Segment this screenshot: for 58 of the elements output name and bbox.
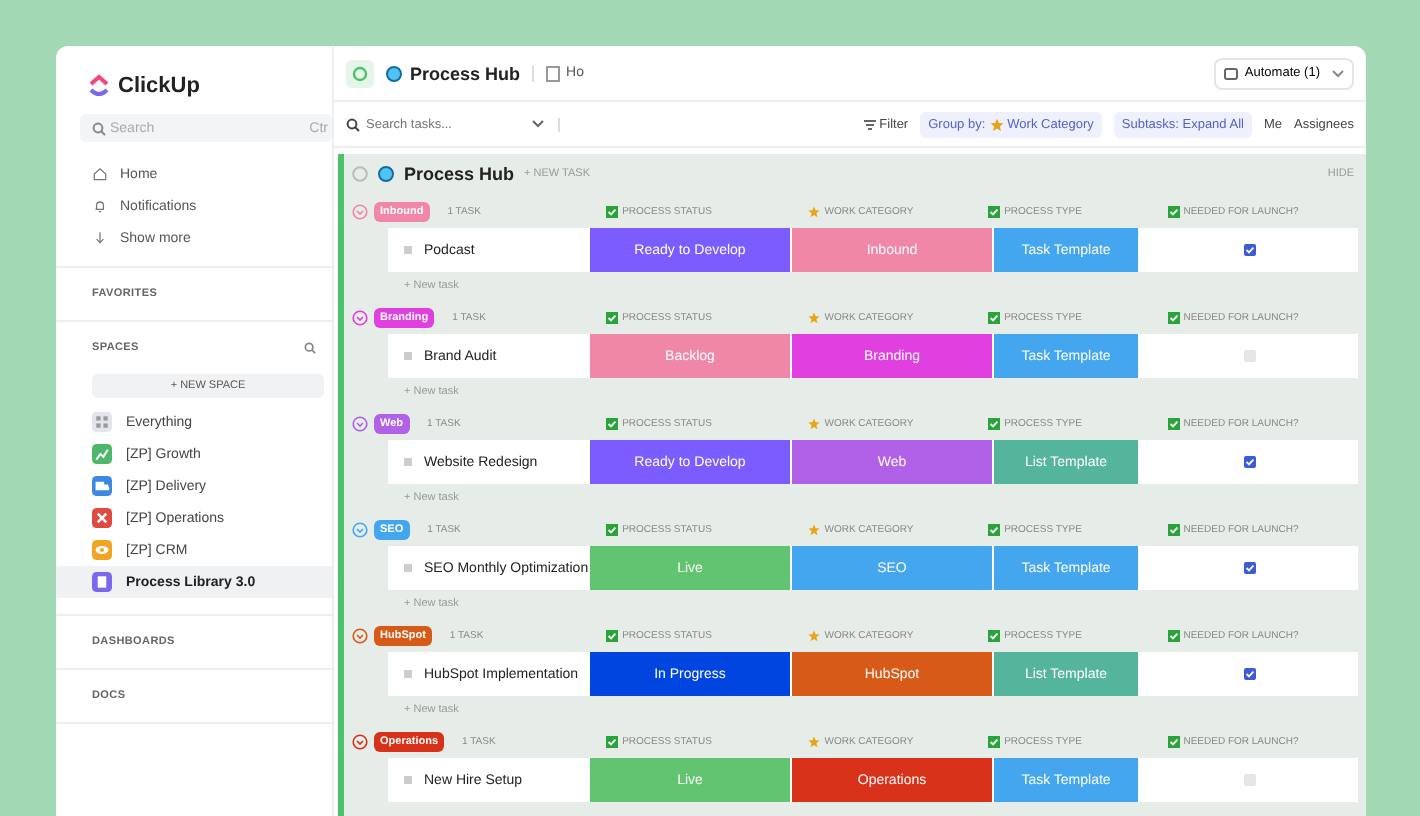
list-color-icon (378, 166, 394, 182)
checkmark-icon (1243, 456, 1255, 468)
list-status-icon[interactable] (346, 59, 374, 87)
checkbox-field-icon (988, 312, 1001, 324)
star-icon (808, 206, 821, 218)
collapse-icon[interactable] (352, 416, 368, 432)
collapse-icon[interactable] (352, 310, 368, 326)
collapse-icon[interactable] (352, 522, 368, 538)
list-title: Process Hub (404, 164, 515, 184)
checkbox[interactable] (1243, 668, 1255, 680)
star-icon (808, 630, 821, 642)
checkbox-field-icon (606, 630, 619, 642)
home-icon (92, 166, 108, 182)
checkbox[interactable] (1243, 456, 1255, 468)
checkbox[interactable] (1243, 562, 1255, 574)
checkbox[interactable] (1243, 350, 1255, 362)
checkbox-field-icon (988, 630, 1001, 642)
checkbox[interactable] (1243, 244, 1255, 256)
checkbox-field-icon (1167, 736, 1180, 748)
checkmark-icon (1243, 562, 1255, 574)
star-icon (808, 418, 821, 430)
checkbox-field-icon (1167, 418, 1180, 430)
checkbox-field-icon (988, 418, 1001, 430)
list-color-icon (386, 65, 402, 81)
collapse-icon[interactable] (352, 204, 368, 220)
checkbox-field-icon (606, 524, 619, 536)
chevron-down-icon (1332, 69, 1344, 77)
checkbox-field-icon (988, 524, 1001, 536)
page-title: Process Hub (410, 63, 521, 83)
checkmark-icon (1243, 244, 1255, 256)
search-icon (346, 117, 360, 131)
checkbox-field-icon (1167, 630, 1180, 642)
checkmark-icon (1243, 668, 1255, 680)
checkbox[interactable] (1243, 774, 1255, 786)
bell-icon (92, 198, 108, 214)
checkbox-field-icon (606, 206, 619, 218)
star-icon (808, 312, 821, 324)
star-icon (989, 117, 1004, 131)
chevron-down-icon (532, 120, 544, 128)
checkbox-field-icon (1167, 524, 1180, 536)
checkbox-field-icon (988, 206, 1001, 218)
collapse-icon[interactable] (352, 628, 368, 644)
collapse-icon[interactable] (352, 734, 368, 750)
star-icon (808, 524, 821, 536)
checkbox-field-icon (1167, 312, 1180, 324)
search-icon[interactable] (304, 342, 316, 354)
document-icon (546, 65, 561, 81)
filter-icon (863, 119, 876, 129)
checkbox-field-icon (606, 736, 619, 748)
checkbox-field-icon (606, 418, 619, 430)
checkbox-field-icon (1167, 206, 1180, 218)
checkbox-field-icon (988, 736, 1001, 748)
more-icon (92, 230, 108, 246)
logo-icon (88, 74, 110, 98)
checkbox-field-icon (606, 312, 619, 324)
search-icon (92, 121, 106, 135)
app-logo-text: ClickUp (118, 74, 200, 98)
star-icon (808, 736, 821, 748)
